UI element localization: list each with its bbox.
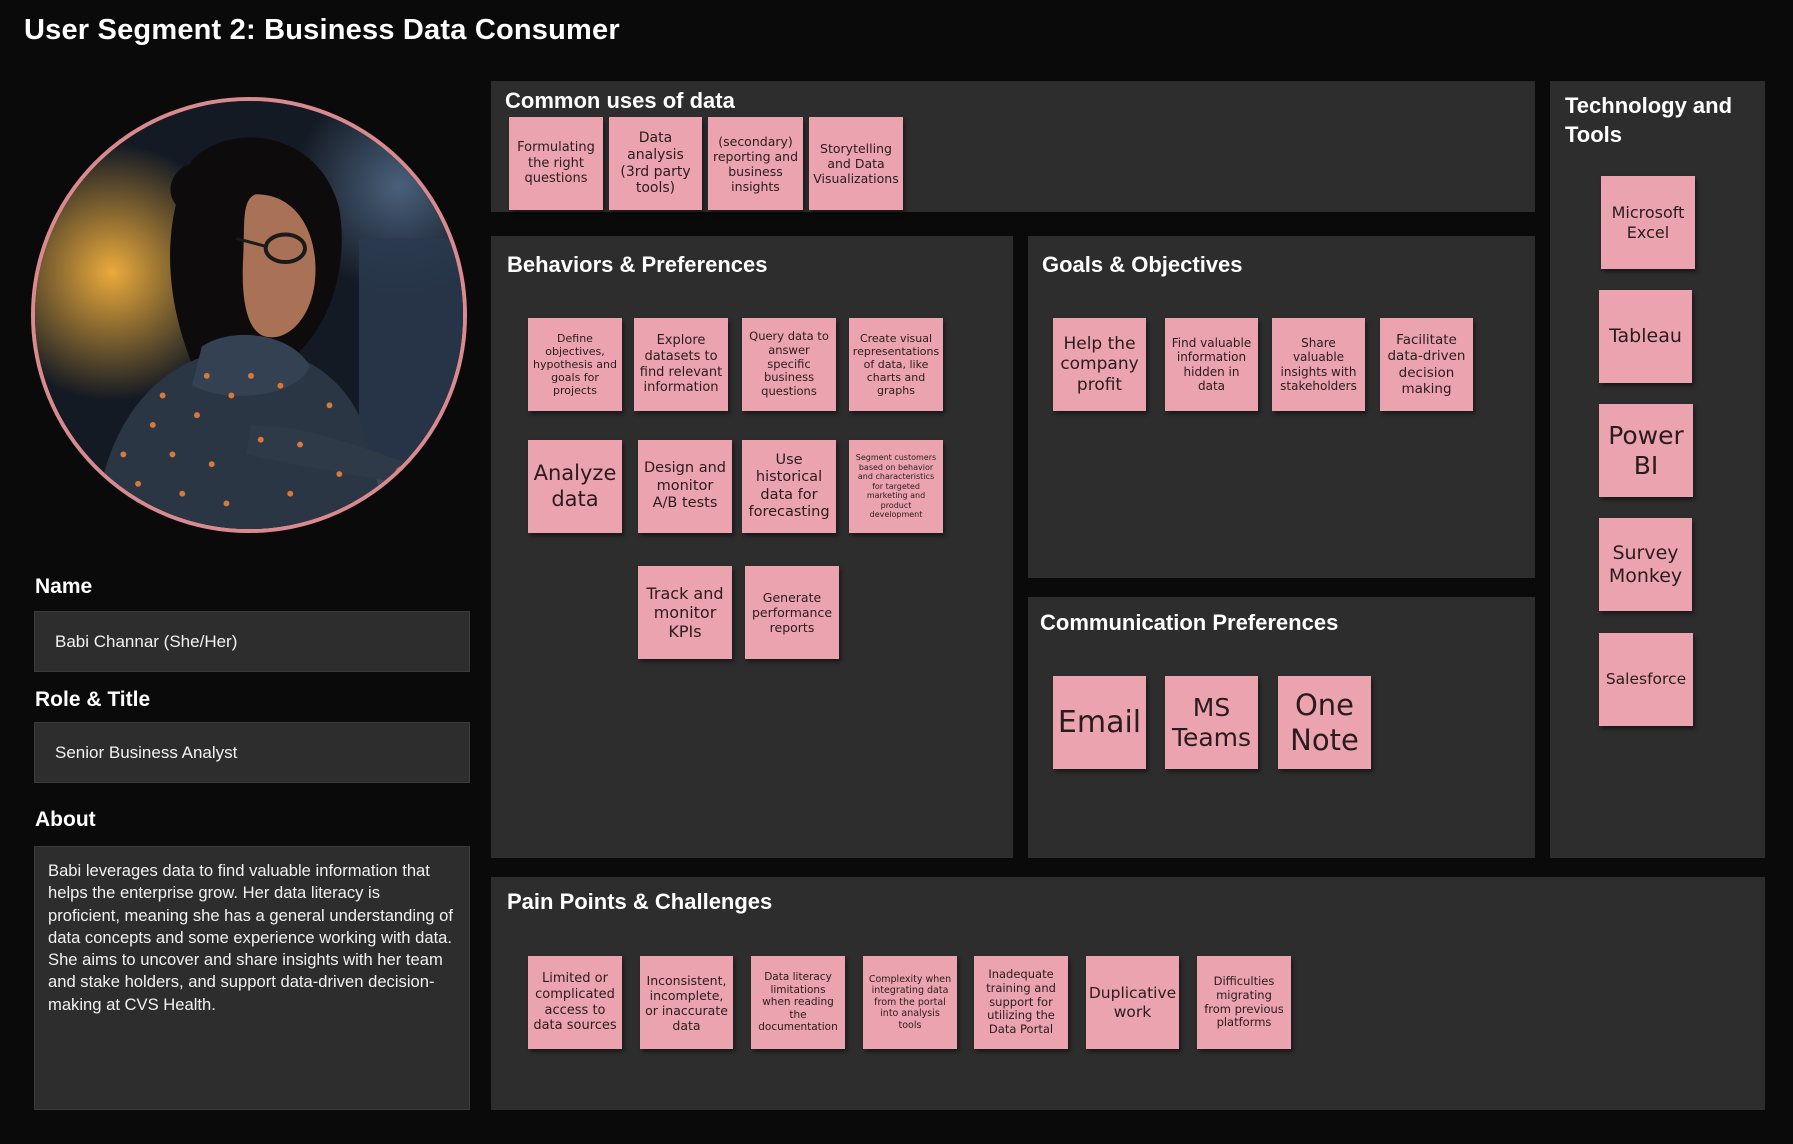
sticky-note: Difficulties migrating from previous pla… — [1197, 956, 1291, 1049]
sticky-note: MS Teams — [1165, 676, 1258, 769]
pain-points-panel: Pain Points & Challenges Limited or comp… — [491, 877, 1765, 1110]
role-field: Senior Business Analyst — [34, 722, 470, 783]
sticky-note: Salesforce — [1599, 633, 1693, 726]
sticky-note: Explore datasets to find relevant inform… — [634, 318, 728, 411]
communication-title: Communication Preferences — [1040, 610, 1339, 635]
sticky-note: Segment customers based on behavior and … — [849, 440, 943, 533]
sticky-note: Inadequate training and support for util… — [974, 956, 1068, 1049]
sticky-note: Inconsistent, incomplete, or inaccurate … — [640, 956, 733, 1049]
sticky-note: Share valuable insights with stakeholder… — [1272, 318, 1365, 411]
sticky-note: Data analysis (3rd party tools) — [609, 117, 702, 210]
sticky-note: Create visual representations of data, l… — [849, 318, 943, 411]
sticky-note: (secondary) reporting and business insig… — [708, 117, 803, 210]
tools-panel: Technology and Tools Microsoft Excel Tab… — [1550, 81, 1765, 858]
behaviors-title: Behaviors & Preferences — [507, 252, 768, 277]
persona-portrait — [31, 97, 467, 533]
sticky-note: Query data to answer specific business q… — [742, 318, 836, 411]
sticky-note: Microsoft Excel — [1601, 176, 1695, 269]
sticky-note: Track and monitor KPIs — [638, 566, 732, 659]
sticky-note: Define objectives, hypothesis and goals … — [528, 318, 622, 411]
sticky-note: Data literacy limitations when reading t… — [751, 956, 845, 1049]
sticky-note: Power BI — [1599, 404, 1693, 497]
sticky-note: Generate performance reports — [745, 566, 839, 659]
goals-panel: Goals & Objectives Help the company prof… — [1028, 236, 1535, 578]
sticky-note: Limited or complicated access to data so… — [528, 956, 622, 1049]
sticky-note: Storytelling and Data Visualizations — [809, 117, 903, 210]
sticky-note: Formulating the right questions — [509, 117, 603, 210]
common-uses-title: Common uses of data — [505, 88, 735, 113]
sticky-note: Design and monitor A/B tests — [638, 440, 732, 533]
name-field: Babi Channar (She/Her) — [34, 611, 470, 672]
role-value: Senior Business Analyst — [55, 742, 238, 762]
tools-title: Technology and Tools — [1565, 93, 1733, 147]
pain-points-title: Pain Points & Challenges — [507, 889, 773, 914]
common-uses-panel: Common uses of data Formulating the righ… — [491, 81, 1535, 212]
sticky-note: Duplicative work — [1086, 956, 1179, 1049]
sticky-note: Help the company profit — [1053, 318, 1146, 411]
page-title: User Segment 2: Business Data Consumer — [24, 14, 620, 46]
sticky-note: Survey Monkey — [1599, 518, 1692, 611]
sticky-note: Email — [1053, 676, 1146, 769]
role-label: Role & Title — [35, 688, 151, 711]
sticky-note: One Note — [1278, 676, 1371, 769]
sticky-note: Use historical data for forecasting — [742, 440, 836, 533]
about-label: About — [35, 808, 96, 831]
sticky-note: Find valuable information hidden in data — [1165, 318, 1258, 411]
sticky-note: Complexity when integrating data from th… — [863, 956, 957, 1049]
sticky-note: Tableau — [1599, 290, 1692, 383]
goals-title: Goals & Objectives — [1042, 252, 1243, 277]
behaviors-panel: Behaviors & Preferences Define objective… — [491, 236, 1013, 858]
about-field: Babi leverages data to find valuable inf… — [34, 846, 470, 1110]
about-value: Babi leverages data to find valuable inf… — [48, 861, 453, 1014]
sticky-note: Analyze data — [528, 440, 622, 533]
sticky-note: Facilitate data-driven decision making — [1380, 318, 1473, 411]
name-label: Name — [35, 575, 93, 598]
name-value: Babi Channar (She/Her) — [55, 631, 238, 651]
communication-panel: Communication Preferences Email MS Teams… — [1028, 597, 1535, 858]
